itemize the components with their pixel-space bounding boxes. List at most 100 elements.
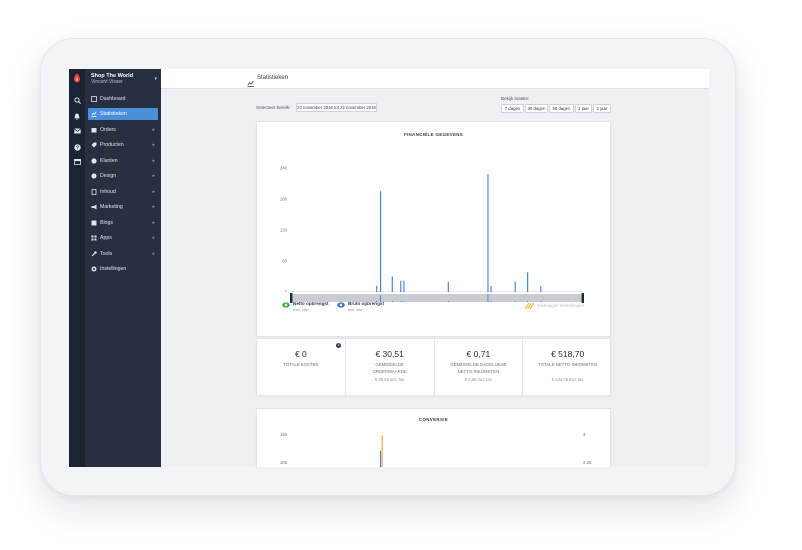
chevron-right-icon: ▸ (152, 142, 155, 148)
orders-icon (88, 127, 100, 133)
sidebar-item-label: Tools (100, 251, 113, 257)
content-icon (88, 189, 100, 195)
stat-box: € 30,51 GEMIDDELDE ORDERWAARDE € 36,92 inc… (346, 339, 435, 395)
stat-sub: € 36,92 incl. tax (374, 377, 405, 382)
statistics-icon (88, 111, 100, 117)
search-icon[interactable] (72, 95, 82, 105)
chevron-right-icon: ▸ (152, 189, 155, 195)
shop-switcher[interactable]: Shop The World Vincent Visser ▾ (91, 73, 157, 87)
period-button[interactable]: 2 jaar (593, 104, 611, 113)
sidebar-item-dashboard[interactable]: Dashboard (88, 93, 158, 105)
conversion-card: CONVERSIE 140 105 3 2,25 (256, 408, 611, 467)
chevron-right-icon: ▸ (152, 235, 155, 241)
chevron-right-icon: ▸ (152, 220, 155, 226)
y-tick-label: 240 (280, 166, 288, 171)
stat-value: € 518,70 (551, 349, 585, 359)
financial-chart: 060120180240wo. nov 23wo. feb 1wo. apr 1… (280, 166, 583, 292)
sidebar-item-inhoud[interactable]: Inhoud ▸ (88, 186, 158, 198)
sidebar: Shop The World Vincent Visser ▾ Dashboar… (85, 69, 161, 467)
svg-text:?: ? (75, 145, 78, 151)
conversion-chart: 140 105 3 2,25 (280, 432, 592, 467)
customers-icon (88, 158, 100, 164)
y-left-tick-label: 140 (280, 432, 288, 437)
stat-value: € 0 (294, 349, 307, 359)
navigator-track (291, 294, 583, 302)
sidebar-item-label: Apps (100, 235, 112, 241)
chevron-right-icon: ▸ (152, 173, 155, 179)
sidebar-item-apps[interactable]: Apps ▸ (88, 232, 158, 244)
period-button[interactable]: 30 dagen (525, 104, 548, 113)
marketing-icon (88, 204, 100, 210)
stat-label: TOTALE KOSTEN (283, 362, 319, 367)
sidebar-item-producten[interactable]: Producten ▸ (88, 139, 158, 151)
stat-box: € 518,70 TOTALE NETTO-INKOMSTEN € 624,05 i… (523, 339, 612, 395)
period-button[interactable]: 7 dagen (501, 104, 524, 113)
help-icon[interactable]: ? (72, 142, 82, 152)
sidebar-item-instellingen[interactable]: Instellingen (88, 263, 158, 275)
sidebar-item-label: Instellingen (100, 266, 127, 272)
navigator-handle-left[interactable] (290, 293, 293, 303)
sidebar-item-orders[interactable]: Orders ▸ (88, 124, 158, 136)
stat-value: € 0,71 (466, 349, 491, 359)
stat-label: TOTALE NETTO-INKOMSTEN (538, 362, 598, 367)
navigator-handle-right[interactable] (581, 293, 584, 303)
sidebar-item-label: Design (100, 173, 117, 179)
info-icon[interactable]: i (336, 343, 341, 348)
y-right-tick-label: 3 (583, 432, 586, 437)
page-title: Statistieken (257, 75, 289, 81)
date-range-input[interactable]: 23 november 2016 tot 22 november 2016 (296, 103, 377, 112)
brand-logo[interactable] (72, 73, 82, 83)
range-label: Selecteer bereik: (256, 105, 291, 110)
period-button[interactable]: 1 jaar (575, 104, 592, 113)
stat-box: € 0 TOTALE KOSTEN (257, 339, 346, 395)
stat-label: GEMIDDELDE ORDERWAARDE (372, 362, 407, 374)
app-screen: ? Shop The World Vincent Visser ▾ Dashbo… (69, 69, 709, 467)
settings-icon (88, 266, 100, 272)
stat-sub: € 0,86 incl. tax (464, 377, 492, 382)
sidebar-item-label: Dashboard (100, 96, 126, 102)
sidebar-item-statistieken[interactable]: Statistieken (88, 108, 158, 120)
stat-value: € 30,51 (375, 349, 404, 359)
y-tick-label: 120 (280, 228, 288, 233)
store-icon[interactable] (72, 157, 82, 167)
stat-box: € 0,71 GEMIDDELDE DAGELIJKSE NETTO-INKOMS… (435, 339, 524, 395)
user-name: Vincent Visser (91, 79, 123, 85)
y-tick-label: 180 (280, 197, 288, 202)
icon-rail: ? (69, 69, 85, 467)
tools-icon (88, 251, 100, 257)
bell-icon[interactable] (72, 111, 82, 121)
chevron-right-icon: ▸ (152, 204, 155, 210)
chevron-right-icon: ▸ (152, 251, 155, 257)
y-tick-label: 60 (282, 259, 287, 264)
design-icon (88, 173, 100, 179)
sidebar-item-klanten[interactable]: Klanten ▸ (88, 155, 158, 167)
stats-card: € 0 TOTALE KOSTEN € 30,51 GEMIDDELDE ORDERW… (256, 338, 611, 396)
stat-sub: € 624,05 incl. tax (551, 377, 584, 382)
blogs-icon (88, 220, 100, 226)
apps-icon (88, 235, 100, 241)
period-button[interactable]: 90 dagen (549, 104, 574, 113)
mail-icon[interactable] (72, 126, 82, 136)
sidebar-item-label: Producten (100, 142, 124, 148)
range-navigator[interactable] (257, 290, 612, 310)
sidebar-item-tools[interactable]: Tools ▸ (88, 248, 158, 260)
sidebar-item-label: Inhoud (100, 189, 116, 195)
main-content: Selecteer bereik: 23 november 2016 tot 2… (161, 89, 709, 467)
view-last-label: Bekijk laatste: (501, 96, 530, 101)
sidebar-item-label: Marketing (100, 204, 123, 210)
dashboard-icon (88, 96, 100, 102)
sidebar-item-label: Statistieken (100, 111, 127, 117)
y-right-tick-label: 2,25 (583, 460, 592, 465)
stat-label: GEMIDDELDE DAGELIJKSE NETTO-INKOMSTEN (450, 362, 507, 374)
chevron-right-icon: ▸ (152, 158, 155, 164)
top-bar: Statistieken (161, 69, 709, 89)
sidebar-item-label: Orders (100, 127, 116, 133)
sidebar-item-design[interactable]: Design ▸ (88, 170, 158, 182)
sidebar-item-marketing[interactable]: Marketing ▸ (88, 201, 158, 213)
products-icon (88, 142, 100, 148)
sidebar-item-blogs[interactable]: Blogs ▸ (88, 217, 158, 229)
financial-card: FINANCIËLE GEGEVENS 060120180240wo. nov … (256, 121, 611, 337)
chevron-right-icon: ▸ (152, 127, 155, 133)
sidebar-item-label: Blogs (100, 220, 113, 226)
caret-down-icon: ▾ (154, 76, 157, 82)
